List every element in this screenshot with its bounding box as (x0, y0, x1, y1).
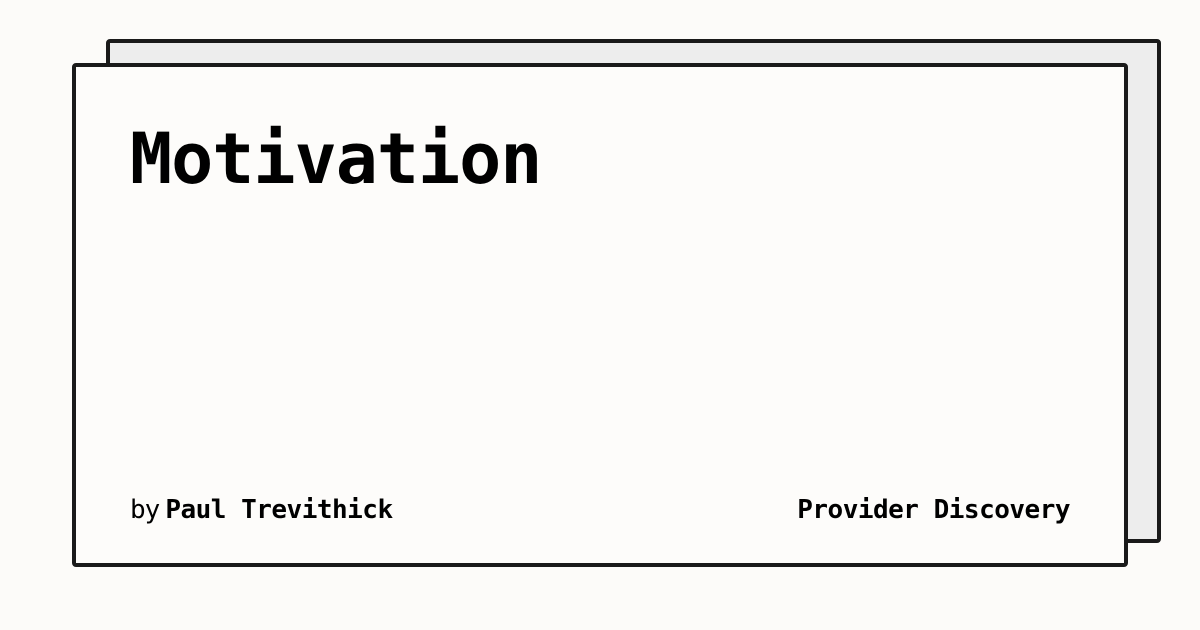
site-name: Provider Discovery (797, 495, 1070, 525)
page-title: Motivation (130, 118, 542, 200)
author-name: Paul Trevithick (165, 495, 393, 525)
byline-prefix: by (130, 495, 160, 525)
foreground-card: Motivation by Paul Trevithick Provider Di… (72, 63, 1128, 567)
byline: by Paul Trevithick (130, 493, 393, 527)
social-card-page: Motivation by Paul Trevithick Provider Di… (0, 0, 1200, 630)
